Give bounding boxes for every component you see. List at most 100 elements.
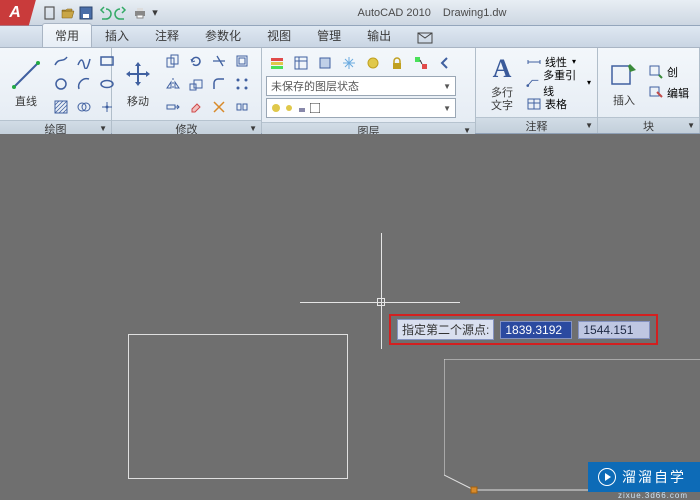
edit-block-button[interactable]: 编辑	[648, 83, 689, 103]
qat-dropdown-icon[interactable]: ▾	[150, 5, 160, 21]
explode-icon[interactable]	[208, 96, 230, 118]
layer-tools-row	[266, 52, 456, 74]
offset-icon[interactable]	[231, 50, 253, 72]
play-icon	[598, 468, 616, 486]
insert-block-tool[interactable]: 插入	[604, 56, 644, 110]
layer-current-dropdown[interactable]: ▼	[266, 98, 456, 118]
line-label: 直线	[15, 93, 37, 109]
save-icon[interactable]	[78, 5, 94, 21]
layer-prev-icon[interactable]	[434, 52, 456, 74]
print-icon[interactable]	[132, 5, 148, 21]
mleader-icon	[526, 75, 540, 91]
cursor-pickbox	[377, 298, 385, 306]
ribbon: 直线 绘图▼ 移动	[0, 48, 700, 134]
layer-freeze-icon[interactable]	[338, 52, 360, 74]
draw-small-tools	[50, 50, 118, 118]
open-icon[interactable]	[60, 5, 76, 21]
table-icon	[526, 96, 542, 112]
tab-insert[interactable]: 插入	[92, 23, 142, 47]
stretch-icon[interactable]	[162, 96, 184, 118]
layer-match-icon[interactable]	[410, 52, 432, 74]
text-icon: A	[486, 53, 518, 85]
drawing-canvas[interactable]: 指定第二个源点: 1839.3192 1544.151 溜溜自学 zixue.3…	[0, 134, 700, 500]
move-icon	[122, 59, 154, 91]
mirror-icon[interactable]	[162, 73, 184, 95]
layer-states-icon[interactable]	[290, 52, 312, 74]
tab-extension[interactable]	[404, 28, 446, 47]
document-name-label: Drawing1.dw	[443, 7, 507, 19]
fillet-icon[interactable]	[208, 73, 230, 95]
watermark-label: 溜溜自学	[622, 467, 686, 487]
chevron-down-icon: ▼	[249, 124, 257, 133]
insert-label: 插入	[613, 92, 635, 108]
y-coordinate-input[interactable]: 1544.151	[578, 321, 650, 339]
rotate-icon[interactable]	[185, 50, 207, 72]
spline-icon[interactable]	[73, 50, 95, 72]
create-block-icon	[648, 64, 664, 80]
chevron-down-icon: ▼	[687, 121, 695, 130]
title-center: AutoCAD 2010 Drawing1.dw	[164, 7, 700, 19]
chevron-down-icon: ▼	[99, 124, 107, 133]
layer-state-label: 未保存的图层状态	[271, 78, 359, 94]
modify-small-tools	[162, 50, 253, 118]
scale-icon[interactable]	[185, 73, 207, 95]
layer-lock-icon[interactable]	[386, 52, 408, 74]
panel-annotate: A 多行 文字 线性▾ 多重引线▾ 表格 注释▼	[476, 48, 598, 133]
tab-output[interactable]: 输出	[354, 23, 404, 47]
mtext-tool[interactable]: A 多行 文字	[482, 51, 522, 113]
tab-manage[interactable]: 管理	[304, 23, 354, 47]
join-icon[interactable]	[231, 96, 253, 118]
line-icon	[10, 59, 42, 91]
copy-icon[interactable]	[162, 50, 184, 72]
panel-modify: 移动 修改▼	[112, 48, 262, 133]
color-swatch-icon	[310, 103, 320, 113]
ribbon-tab-strip: 常用 插入 注释 参数化 视图 管理 输出	[0, 26, 700, 48]
edit-block-icon	[648, 85, 664, 101]
x-coordinate-input[interactable]: 1839.3192	[500, 321, 572, 339]
panel-draw: 直线 绘图▼	[0, 48, 112, 133]
sun-icon	[284, 103, 294, 113]
tab-home[interactable]: 常用	[42, 23, 92, 47]
panel-title-block[interactable]: 块▼	[598, 117, 699, 133]
undo-icon[interactable]	[96, 5, 112, 21]
line-tool[interactable]: 直线	[6, 57, 46, 111]
tab-annotate[interactable]: 注释	[142, 23, 192, 47]
chevron-down-icon: ▼	[585, 121, 593, 130]
layer-state-dropdown[interactable]: 未保存的图层状态 ▼	[266, 76, 456, 96]
rectangle-object-1	[128, 334, 348, 479]
redo-icon[interactable]	[114, 5, 130, 21]
chevron-down-icon: ▼	[443, 82, 451, 91]
circle-icon[interactable]	[50, 73, 72, 95]
tab-parametric[interactable]: 参数化	[192, 23, 254, 47]
chevron-down-icon: ▾	[587, 78, 591, 87]
layer-properties-icon[interactable]	[266, 52, 288, 74]
hatch-icon[interactable]	[50, 96, 72, 118]
arc-icon[interactable]	[73, 73, 95, 95]
chevron-down-icon: ▾	[572, 57, 576, 66]
panel-block: 插入 创 编辑 块▼	[598, 48, 700, 133]
region-icon[interactable]	[73, 96, 95, 118]
app-name-label: AutoCAD 2010	[358, 7, 431, 19]
panel-layer: 未保存的图层状态 ▼ ▼ 图层▼	[262, 48, 476, 133]
trim-icon[interactable]	[208, 50, 230, 72]
mtext-label: 多行 文字	[491, 87, 513, 111]
prompt-label: 指定第二个源点:	[397, 319, 494, 340]
quick-access-toolbar: ▾	[38, 0, 164, 25]
erase-icon[interactable]	[185, 96, 207, 118]
new-icon[interactable]	[42, 5, 58, 21]
table-button[interactable]: 表格	[526, 94, 591, 114]
layer-iso-icon[interactable]	[314, 52, 336, 74]
layer-off-icon[interactable]	[362, 52, 384, 74]
chevron-down-icon: ▼	[443, 104, 451, 113]
app-logo[interactable]: A	[0, 0, 36, 26]
tab-view[interactable]: 视图	[254, 23, 304, 47]
linear-dim-icon	[526, 54, 542, 70]
create-block-button[interactable]: 创	[648, 62, 689, 82]
mleader-button[interactable]: 多重引线▾	[526, 73, 591, 93]
panel-title-annotate[interactable]: 注释▼	[476, 117, 597, 133]
array-icon[interactable]	[231, 73, 253, 95]
block-rows: 创 编辑	[648, 62, 689, 103]
move-tool[interactable]: 移动	[118, 57, 158, 111]
polyline-icon[interactable]	[50, 50, 72, 72]
lightbulb-icon	[271, 103, 281, 113]
